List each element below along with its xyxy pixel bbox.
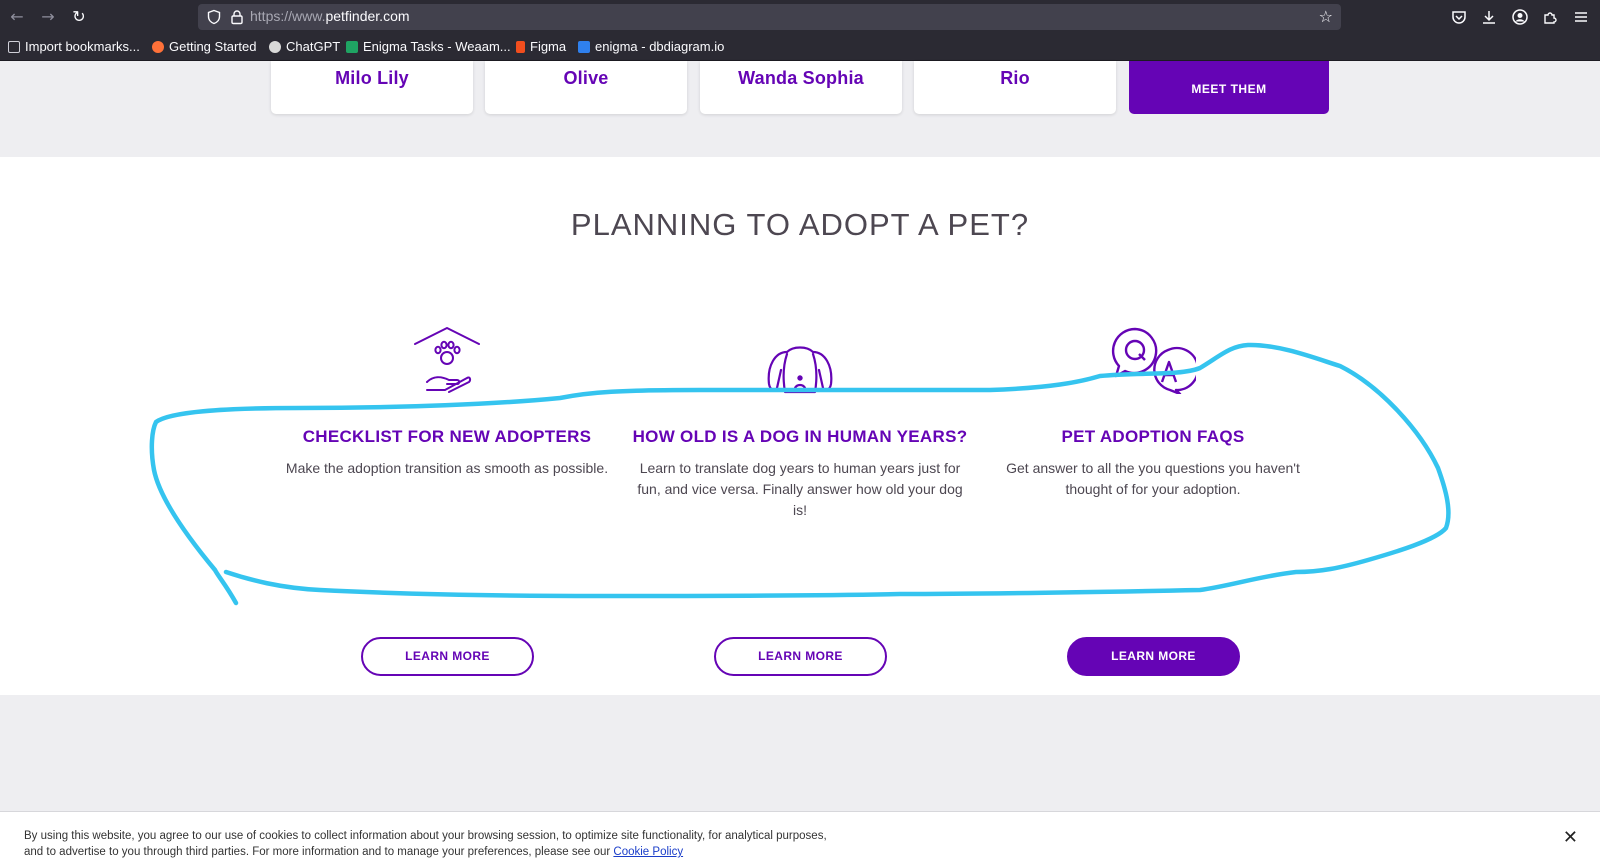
figma-icon	[516, 40, 525, 53]
checklist-column: CHECKLIST FOR NEW ADOPTERS Make the adop…	[272, 322, 622, 479]
pet-card-rio[interactable]: Rio	[914, 61, 1116, 114]
menu-icon[interactable]	[1572, 8, 1590, 26]
bookmark-label: Figma	[530, 39, 567, 54]
pet-name: Rio	[1000, 68, 1030, 88]
cookie-line-2-text: and to advertise to you through third pa…	[24, 846, 611, 858]
paw-house-hand-icon	[414, 327, 480, 393]
pet-name: Olive	[563, 68, 609, 88]
chatgpt-icon	[269, 40, 281, 53]
cookie-line-1: By using this website, you agree to our …	[24, 830, 827, 842]
bookmark-label: Getting Started	[169, 39, 257, 54]
url-text: https://www.petfinder.com	[250, 8, 410, 24]
shield-icon[interactable]	[206, 9, 222, 25]
bookmarks-bar: Import bookmarks... Getting Started Chat…	[0, 34, 1600, 61]
section-title: PLANNING TO ADOPT A PET?	[570, 207, 1030, 242]
learn-more-dog-years-button[interactable]: LEARN MORE	[714, 637, 887, 676]
cookie-line-2: and to advertise to you through third pa…	[24, 844, 827, 860]
close-icon[interactable]: ✕	[1563, 827, 1578, 848]
sheets-icon	[346, 40, 358, 53]
page-content: Milo Lily Olive Wanda Sophia Rio MEET TH…	[0, 61, 1600, 863]
bookmark-label: enigma - dbdiagram.io	[595, 39, 725, 54]
planning-section: PLANNING TO ADOPT A PET? CHECKLIST FOR N…	[0, 157, 1600, 695]
column-heading: PET ADOPTION FAQS	[1061, 427, 1245, 446]
firefox-icon	[152, 40, 164, 53]
pet-name: Wanda Sophia	[738, 68, 864, 88]
bookmark-getting-started[interactable]: Getting Started	[152, 39, 256, 54]
bookmark-import[interactable]: Import bookmarks...	[8, 39, 140, 54]
column-heading: CHECKLIST FOR NEW ADOPTERS	[302, 427, 592, 446]
cookie-policy-link[interactable]: Cookie Policy	[613, 846, 683, 858]
cookie-banner: By using this website, you agree to our …	[0, 811, 1600, 863]
pet-card-milo-lily[interactable]: Milo Lily	[271, 61, 473, 114]
account-icon[interactable]	[1511, 8, 1529, 26]
qa-bubbles-icon	[1111, 327, 1196, 394]
dog-face-icon	[767, 346, 833, 394]
bookmark-star-icon[interactable]: ☆	[1319, 8, 1333, 26]
lock-icon[interactable]	[229, 9, 245, 25]
column-heading: HOW OLD IS A DOG IN HUMAN YEARS?	[632, 427, 968, 446]
bookmark-figma[interactable]: Figma	[516, 39, 566, 54]
column-description: Get answer to all the you questions you …	[1006, 460, 1300, 497]
bookmark-dbdiagram[interactable]: enigma - dbdiagram.io	[578, 39, 724, 54]
dbdiagram-icon	[578, 40, 590, 53]
forward-icon[interactable]: →	[38, 7, 58, 27]
pet-name: Milo Lily	[335, 68, 409, 88]
bookmark-label: Enigma Tasks - Weaam...	[363, 39, 511, 54]
dog-years-column: HOW OLD IS A DOG IN HUMAN YEARS? Learn t…	[625, 322, 975, 521]
download-icon[interactable]	[1480, 8, 1498, 26]
bookmark-enigma-tasks[interactable]: Enigma Tasks - Weaam...	[346, 39, 511, 54]
address-bar[interactable]: https://www.petfinder.com ☆	[198, 4, 1341, 30]
learn-more-checklist-button[interactable]: LEARN MORE	[361, 637, 534, 676]
extensions-icon[interactable]	[1542, 8, 1560, 26]
pocket-icon[interactable]	[1450, 8, 1468, 26]
meet-them-button[interactable]: MEET THEM	[1129, 61, 1329, 114]
bookmark-chatgpt[interactable]: ChatGPT	[269, 39, 340, 54]
pet-card-olive[interactable]: Olive	[485, 61, 687, 114]
cookie-text: By using this website, you agree to our …	[24, 828, 827, 860]
faq-column: PET ADOPTION FAQS Get answer to all the …	[978, 322, 1328, 500]
column-description: Learn to translate dog years to human ye…	[637, 460, 963, 518]
pet-card-wanda-sophia[interactable]: Wanda Sophia	[700, 61, 902, 114]
column-description: Make the adoption transition as smooth a…	[285, 460, 609, 476]
learn-more-faqs-button[interactable]: LEARN MORE	[1067, 637, 1240, 676]
browser-toolbar: ← → ↻ https://www.petfinder.com ☆	[0, 0, 1600, 34]
back-icon[interactable]: ←	[7, 7, 27, 27]
import-icon	[8, 40, 20, 53]
bookmark-label: ChatGPT	[286, 39, 341, 54]
reload-icon[interactable]: ↻	[69, 7, 89, 27]
bookmark-label: Import bookmarks...	[25, 39, 140, 54]
